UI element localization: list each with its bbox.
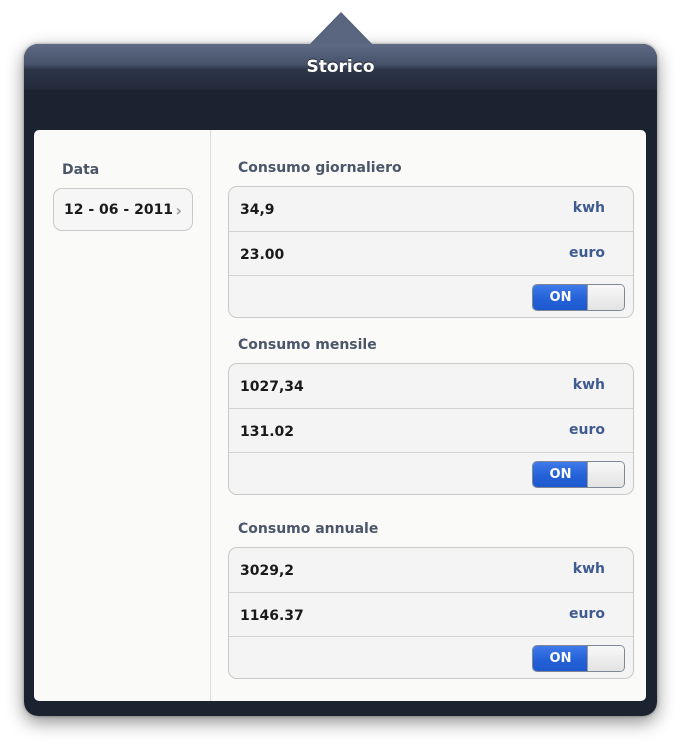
- daily-consumption-group: 34,9 kwh 23.00 euro ON: [228, 186, 634, 318]
- date-picker-button[interactable]: 12 - 06 - 2011 ›: [53, 188, 193, 231]
- cost-row: 131.02 euro: [229, 408, 633, 453]
- toggle-row: ON: [229, 275, 633, 317]
- toggle-knob: [587, 646, 624, 671]
- section-title-monthly: Consumo mensile: [238, 337, 377, 353]
- toggle-knob: [587, 462, 624, 487]
- toggle-on-label: ON: [533, 285, 588, 310]
- popover-arrow-inner: [310, 14, 372, 46]
- toggle-row: ON: [229, 452, 633, 494]
- cost-value: 23.00: [240, 247, 285, 263]
- date-label: Data: [62, 162, 100, 178]
- monthly-toggle-switch[interactable]: ON: [532, 461, 625, 488]
- daily-toggle-switch[interactable]: ON: [532, 284, 625, 311]
- energy-unit: kwh: [572, 561, 605, 577]
- cost-unit: euro: [569, 245, 605, 261]
- section-title-daily: Consumo giornaliero: [238, 160, 402, 176]
- energy-value: 3029,2: [240, 563, 295, 579]
- popover-title: Storico: [306, 57, 375, 77]
- cost-row: 23.00 euro: [229, 231, 633, 276]
- energy-value: 34,9: [240, 202, 275, 218]
- energy-row: 34,9 kwh: [229, 187, 633, 231]
- title-bar: Storico: [24, 44, 657, 90]
- date-column: Data 12 - 06 - 2011 ›: [34, 130, 211, 701]
- energy-row: 3029,2 kwh: [229, 548, 633, 592]
- cost-value: 1146.37: [240, 608, 304, 624]
- energy-value: 1027,34: [240, 379, 304, 395]
- cost-unit: euro: [569, 422, 605, 438]
- toggle-on-label: ON: [533, 462, 588, 487]
- energy-unit: kwh: [572, 200, 605, 216]
- date-value: 12 - 06 - 2011: [64, 202, 174, 218]
- toggle-knob: [587, 285, 624, 310]
- toggle-on-label: ON: [533, 646, 588, 671]
- content-panel: Data 12 - 06 - 2011 › Consumo giornalier…: [34, 130, 646, 701]
- chevron-right-icon: ›: [175, 201, 182, 220]
- cost-unit: euro: [569, 606, 605, 622]
- storico-popover: Storico Data 12 - 06 - 2011 › Consumo gi…: [24, 44, 657, 716]
- toggle-row: ON: [229, 636, 633, 678]
- annual-toggle-switch[interactable]: ON: [532, 645, 625, 672]
- annual-consumption-group: 3029,2 kwh 1146.37 euro ON: [228, 547, 634, 679]
- section-title-annual: Consumo annuale: [238, 521, 379, 537]
- cost-value: 131.02: [240, 424, 295, 440]
- monthly-consumption-group: 1027,34 kwh 131.02 euro ON: [228, 363, 634, 495]
- energy-row: 1027,34 kwh: [229, 364, 633, 408]
- cost-row: 1146.37 euro: [229, 592, 633, 637]
- energy-unit: kwh: [572, 377, 605, 393]
